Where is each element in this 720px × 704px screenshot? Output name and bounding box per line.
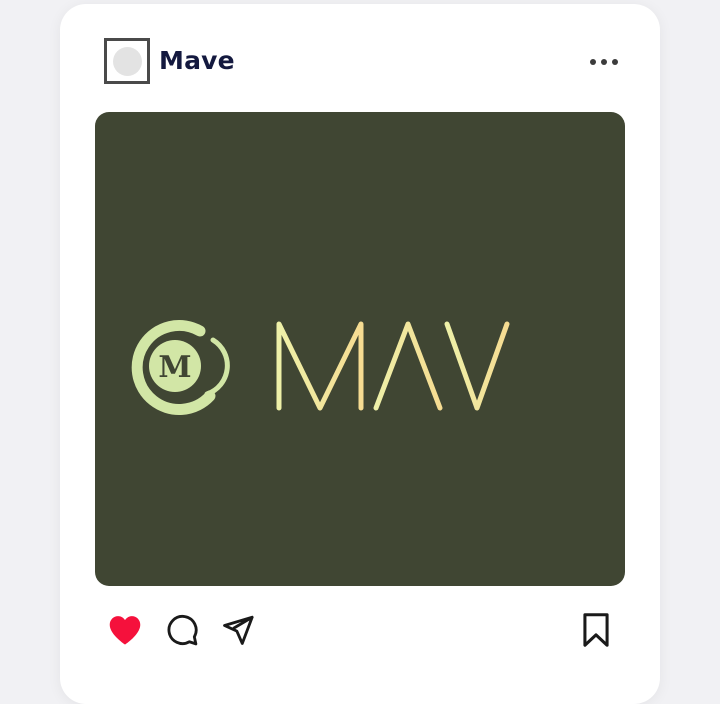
like-button[interactable] xyxy=(105,610,145,650)
avatar[interactable] xyxy=(104,38,150,84)
monogram-emblem-icon: M xyxy=(131,319,230,415)
post-header: Mave xyxy=(60,4,660,112)
avatar-placeholder-icon xyxy=(112,46,142,76)
more-horizontal-icon xyxy=(590,59,596,65)
post-username[interactable]: Mave xyxy=(159,43,235,79)
more-options-button[interactable] xyxy=(586,50,622,74)
logo-monogram-text: M xyxy=(158,350,191,385)
send-paper-plane-icon xyxy=(223,615,254,645)
save-button[interactable] xyxy=(576,610,616,650)
bookmark-icon xyxy=(583,613,609,647)
post-actions-bar xyxy=(60,610,660,660)
comment-bubble-icon xyxy=(167,615,198,646)
mave-logo: M xyxy=(131,319,588,415)
logo-wordmark xyxy=(276,321,588,411)
share-button[interactable] xyxy=(218,610,258,650)
post-image[interactable]: M xyxy=(95,112,625,586)
heart-icon xyxy=(109,616,141,645)
comment-button[interactable] xyxy=(162,610,202,650)
post-card: Mave M xyxy=(60,4,660,704)
